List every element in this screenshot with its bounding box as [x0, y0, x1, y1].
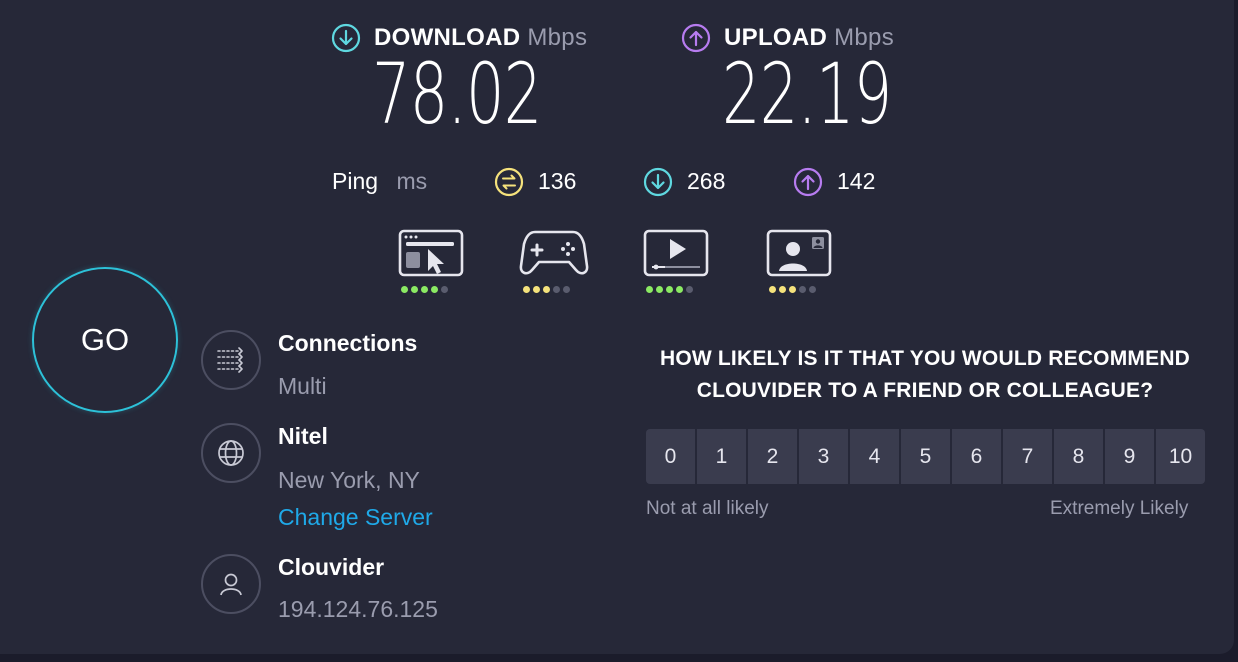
rating-dot-filled — [523, 286, 530, 293]
rating-dot-filled — [779, 286, 786, 293]
rating-dot-filled — [401, 286, 408, 293]
scale-button-7[interactable]: 7 — [1003, 429, 1052, 484]
scale-button-9[interactable]: 9 — [1105, 429, 1154, 484]
ping-idle-icon — [494, 167, 524, 202]
gaming-icon — [519, 228, 589, 283]
download-icon — [331, 23, 361, 58]
scale-button-4[interactable]: 4 — [850, 429, 899, 484]
survey-question-line-1: HOW LIKELY IS IT THAT YOU WOULD RECOMMEN… — [659, 347, 1191, 370]
video-chat-icon — [766, 229, 832, 282]
connections-value: Multi — [278, 373, 327, 399]
rating-dot-filled — [421, 286, 428, 293]
ping-idle-value: 136 — [538, 168, 577, 194]
scale-button-0[interactable]: 0 — [646, 429, 695, 484]
rating-dot-empty — [686, 286, 693, 293]
rating-dot-filled — [656, 286, 663, 293]
server-name: Nitel — [278, 423, 328, 449]
go-button[interactable]: GO — [32, 267, 178, 413]
scale-button-2[interactable]: 2 — [748, 429, 797, 484]
rating-dot-empty — [441, 286, 448, 293]
download-speed-value: 78.02 — [372, 45, 542, 143]
rating-dot-filled — [769, 286, 776, 293]
ping-upload-icon — [793, 167, 823, 202]
user-icon — [201, 554, 261, 614]
provider-ip: 194.124.76.125 — [278, 596, 438, 622]
ping-upload-value: 142 — [837, 168, 876, 194]
ping-label-group: Ping ms — [332, 168, 427, 195]
rating-dot-empty — [563, 286, 570, 293]
scale-button-3[interactable]: 3 — [799, 429, 848, 484]
ping-label: Ping — [332, 168, 379, 194]
rating-dot-empty — [553, 286, 560, 293]
connections-title: Connections — [278, 330, 418, 356]
globe-icon — [201, 423, 261, 483]
rating-dot-filled — [533, 286, 540, 293]
rating-dot-filled — [666, 286, 673, 293]
scale-button-1[interactable]: 1 — [697, 429, 746, 484]
recommend-scale: 0 1 2 3 4 5 6 7 8 9 10 — [646, 429, 1205, 484]
rating-dot-filled — [789, 286, 796, 293]
rating-dot-filled — [646, 286, 653, 293]
rating-dot-filled — [411, 286, 418, 293]
upload-speed-value: 22.19 — [722, 45, 892, 143]
rating-dot-empty — [809, 286, 816, 293]
change-server-link[interactable]: Change Server — [278, 504, 433, 531]
video-chat-rating — [769, 286, 816, 293]
scale-low-label: Not at all likely — [646, 498, 769, 519]
scale-button-6[interactable]: 6 — [952, 429, 1001, 484]
gaming-rating — [523, 286, 570, 293]
provider-name: Clouvider — [278, 554, 385, 580]
survey-question-line-2: CLOUVIDER TO A FRIEND OR COLLEAGUE? — [696, 379, 1154, 402]
video-streaming-icon — [643, 229, 709, 282]
rating-dot-filled — [431, 286, 438, 293]
ping-download-icon — [643, 167, 673, 202]
video-streaming-rating — [646, 286, 693, 293]
scale-button-10[interactable]: 10 — [1156, 429, 1205, 484]
scale-button-5[interactable]: 5 — [901, 429, 950, 484]
server-location: New York, NY — [278, 467, 420, 493]
connections-icon[interactable] — [201, 330, 261, 390]
scale-button-8[interactable]: 8 — [1054, 429, 1103, 484]
scale-high-label: Extremely Likely — [1050, 498, 1189, 519]
ping-download-value: 268 — [687, 168, 726, 194]
speedtest-panel: DOWNLOAD Mbps 78.02 UPLOAD Mbps 22.19 Pi… — [0, 0, 1234, 654]
web-browsing-rating — [401, 286, 448, 293]
rating-dot-empty — [799, 286, 806, 293]
survey-question: HOW LIKELY IS IT THAT YOU WOULD RECOMMEN… — [646, 343, 1204, 407]
upload-icon — [681, 23, 711, 58]
rating-dot-filled — [543, 286, 550, 293]
web-browsing-icon — [398, 229, 464, 282]
ping-unit: ms — [396, 168, 428, 194]
rating-dot-filled — [676, 286, 683, 293]
